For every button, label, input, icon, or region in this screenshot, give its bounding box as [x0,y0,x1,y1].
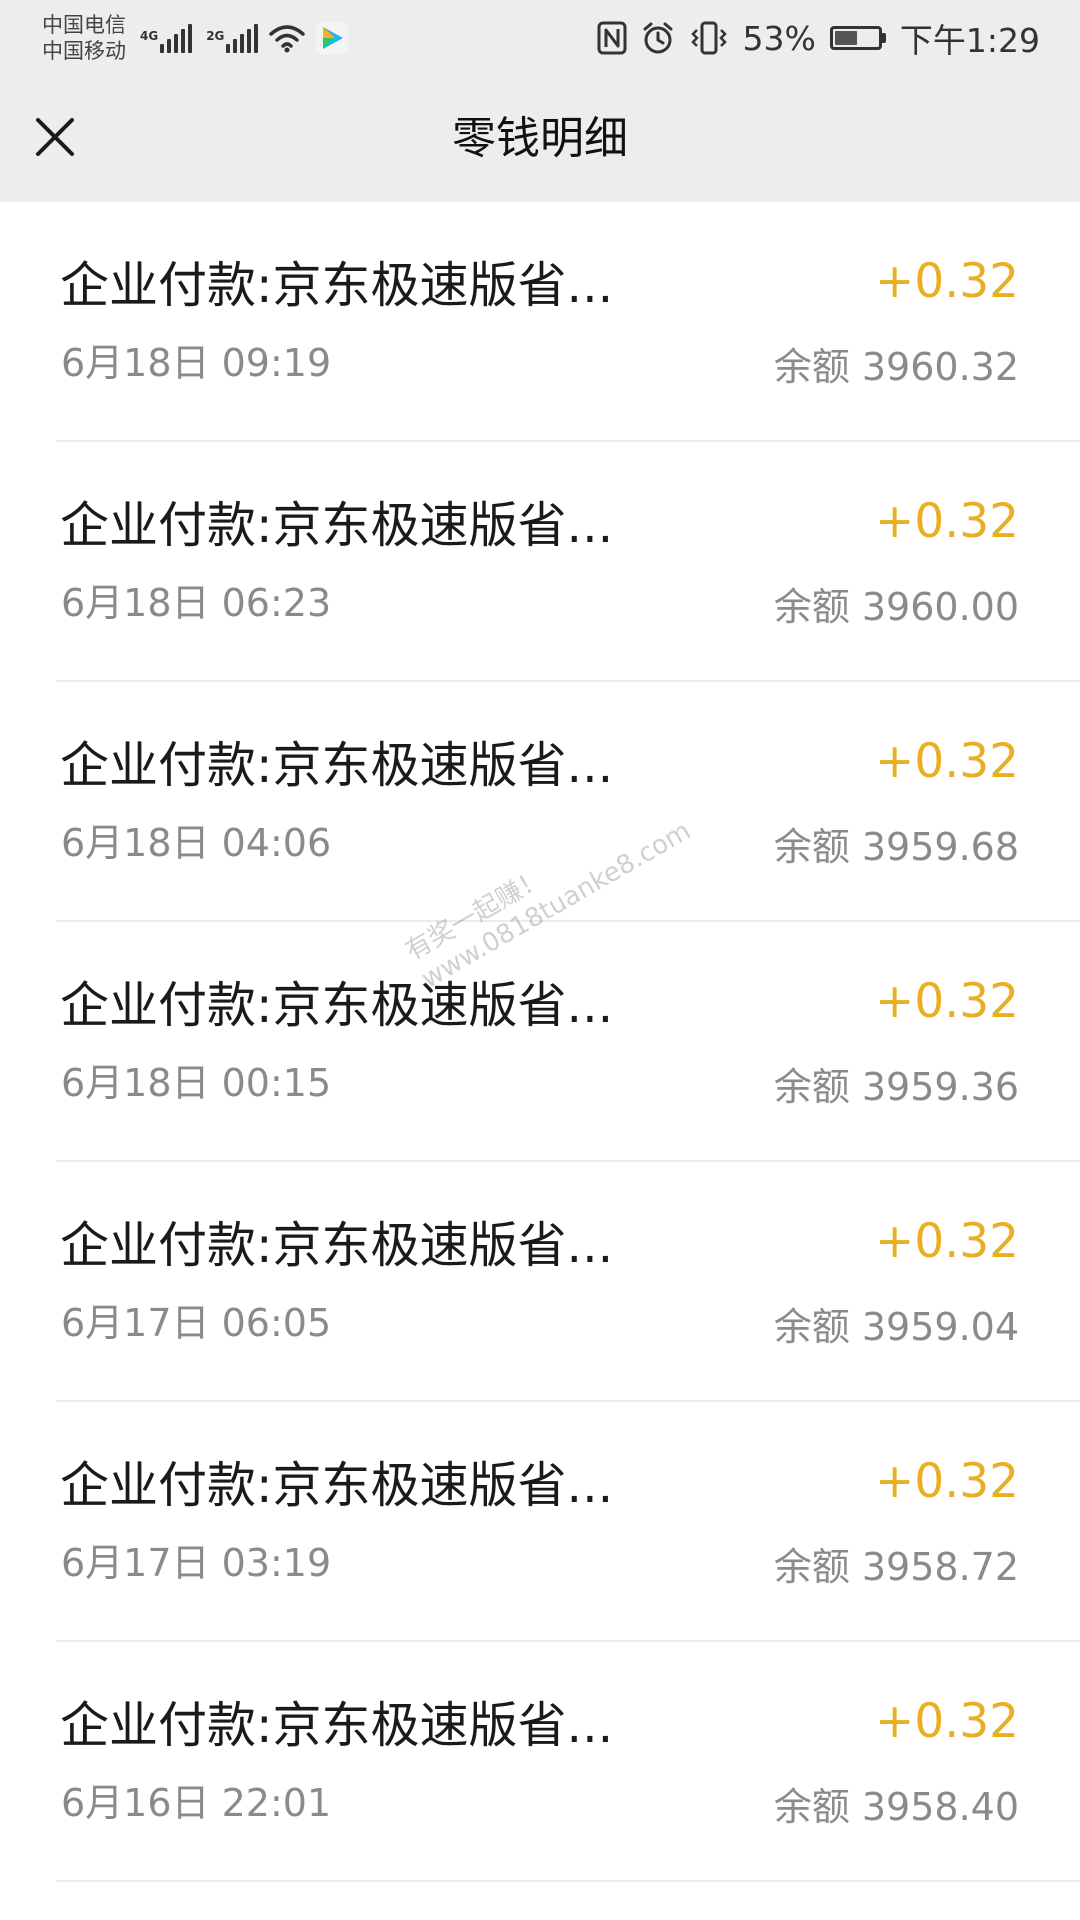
wifi-icon [269,25,306,53]
balance-label: 余额 [773,825,850,869]
signal-icon: 4G [140,23,193,53]
transaction-row[interactable]: 企业付款:京东极速版省... 6月16日 22:01 +0.32 余额 3958.… [0,1642,1080,1882]
balance-value: 3958.72 [861,1545,1019,1589]
signal-1-tag: 4G [140,29,159,43]
transaction-time: 6月18日 06:23 [61,581,332,625]
signal-2-tag: 2G [206,29,225,43]
transaction-title: 企业付款:京东极速版省... [60,977,614,1034]
transaction-time: 6月17日 03:19 [61,1541,332,1585]
transaction-list: 企业付款:京东极速版省... 6月18日 09:19 +0.32 余额 3960.… [0,202,1080,1882]
balance-value: 3959.68 [861,825,1019,869]
nav-bar: 零钱明细 [0,76,1080,202]
status-right: 53% 下午1:29 [597,14,1040,62]
balance-value: 3959.36 [861,1065,1019,1109]
transaction-amount: +0.32 [874,974,1019,1029]
transaction-time: 6月18日 09:19 [61,341,332,385]
transaction-time: 6月17日 06:05 [61,1301,332,1345]
balance-value: 3959.04 [861,1305,1019,1349]
nfc-icon [597,21,627,55]
transaction-balance: 余额 3958.72 [774,1536,1019,1591]
transaction-row[interactable]: 企业付款:京东极速版省... 6月18日 04:06 +0.32 余额 3959.… [0,682,1080,922]
transaction-balance: 余额 3958.40 [774,1776,1019,1831]
transaction-balance: 余额 3959.68 [774,816,1019,871]
transaction-amount: +0.32 [874,734,1019,789]
transaction-row[interactable]: 企业付款:京东极速版省... 6月18日 00:15 +0.32 余额 3959.… [0,922,1080,1162]
carrier-2: 中国移动 [42,39,126,63]
transaction-row[interactable]: 企业付款:京东极速版省... 6月18日 06:23 +0.32 余额 3960.… [0,442,1080,682]
balance-value: 3958.40 [861,1785,1019,1829]
status-bar: 中国电信 中国移动 4G 2G 53% 下午1:29 [0,0,1080,76]
transaction-title: 企业付款:京东极速版省... [60,497,614,554]
transaction-amount: +0.32 [874,1214,1019,1269]
balance-value: 3960.00 [861,585,1019,629]
transaction-balance: 余额 3959.04 [774,1296,1019,1351]
transaction-time: 6月16日 22:01 [61,1781,332,1825]
transaction-title: 企业付款:京东极速版省... [60,1457,614,1514]
transaction-amount: +0.32 [874,254,1019,309]
page-title: 零钱明细 [452,113,628,164]
status-left: 中国电信 中国移动 4G 2G [42,12,349,64]
carrier-names: 中国电信 中国移动 [42,12,126,64]
transaction-time: 6月18日 04:06 [61,821,332,865]
signal-icon: 2G [206,23,259,53]
balance-label: 余额 [773,1785,850,1829]
balance-label: 余额 [773,1545,850,1589]
balance-label: 余额 [773,1065,850,1109]
battery-icon [829,26,886,50]
balance-label: 余额 [773,1305,850,1349]
app-icon [316,22,349,54]
battery-percent: 53% [742,18,816,58]
transaction-balance: 余额 3959.36 [774,1056,1019,1111]
balance-label: 余额 [773,345,850,389]
balance-label: 余额 [773,585,850,629]
transaction-row[interactable]: 企业付款:京东极速版省... 6月18日 09:19 +0.32 余额 3960.… [0,202,1080,442]
alarm-icon [643,22,673,54]
transaction-time: 6月18日 00:15 [61,1061,332,1105]
transaction-title: 企业付款:京东极速版省... [60,1697,614,1754]
transaction-title: 企业付款:京东极速版省... [60,257,614,314]
transaction-row[interactable]: 企业付款:京东极速版省... 6月17日 06:05 +0.32 余额 3959.… [0,1162,1080,1402]
carrier-1: 中国电信 [42,13,126,37]
clock: 下午1:29 [899,21,1040,60]
transaction-amount: +0.32 [874,494,1019,549]
balance-value: 3960.32 [861,345,1019,389]
transaction-amount: +0.32 [874,1694,1019,1749]
transaction-title: 企业付款:京东极速版省... [60,1217,614,1274]
transaction-title: 企业付款:京东极速版省... [60,737,614,794]
transaction-row[interactable]: 企业付款:京东极速版省... 6月17日 03:19 +0.32 余额 3958.… [0,1402,1080,1642]
transaction-balance: 余额 3960.32 [774,336,1019,391]
transaction-amount: +0.32 [874,1454,1019,1509]
transaction-balance: 余额 3960.00 [774,576,1019,631]
vibrate-icon [690,21,727,55]
